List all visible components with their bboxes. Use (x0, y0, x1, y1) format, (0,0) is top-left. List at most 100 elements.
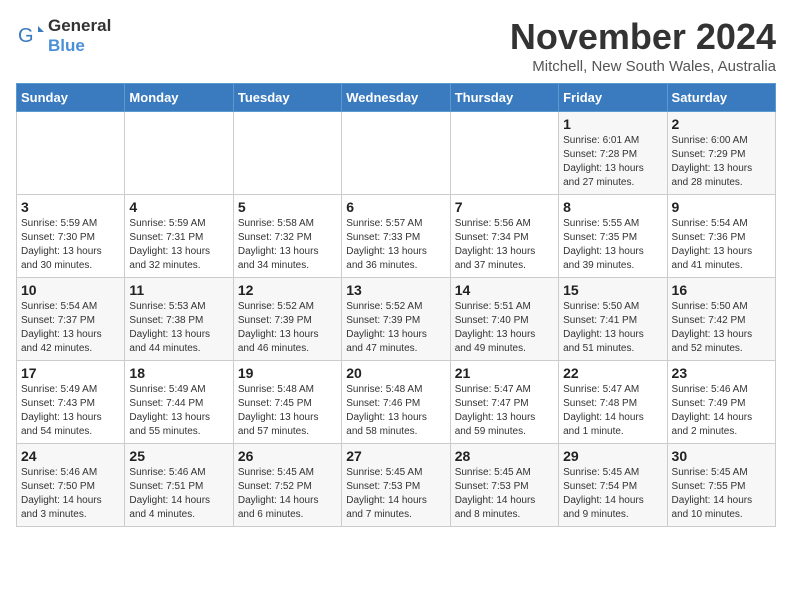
day-number: 2 (672, 116, 771, 132)
day-number: 22 (563, 365, 662, 381)
weekday-header: Friday (559, 84, 667, 112)
calendar-body: 1 Sunrise: 6:01 AM Sunset: 7:28 PM Daylig… (17, 112, 776, 527)
calendar-cell: 14 Sunrise: 5:51 AM Sunset: 7:40 PM Dayli… (450, 278, 558, 361)
day-info: Sunrise: 5:45 AM Sunset: 7:54 PM Dayligh… (563, 466, 662, 522)
calendar-row: 1 Sunrise: 6:01 AM Sunset: 7:28 PM Daylig… (17, 112, 776, 195)
header: G General Blue November 2024 Mitchell, N… (16, 16, 776, 75)
day-info: Sunrise: 5:45 AM Sunset: 7:53 PM Dayligh… (346, 466, 445, 522)
calendar-cell (342, 112, 450, 195)
day-info: Sunrise: 5:59 AM Sunset: 7:31 PM Dayligh… (129, 217, 228, 273)
calendar-cell: 22 Sunrise: 5:47 AM Sunset: 7:48 PM Dayli… (559, 361, 667, 444)
calendar-cell (233, 112, 341, 195)
day-number: 6 (346, 199, 445, 215)
day-number: 14 (455, 282, 554, 298)
logo-general: General (48, 16, 111, 35)
day-info: Sunrise: 5:52 AM Sunset: 7:39 PM Dayligh… (238, 300, 337, 356)
day-info: Sunrise: 5:46 AM Sunset: 7:50 PM Dayligh… (21, 466, 120, 522)
title-area: November 2024 Mitchell, New South Wales,… (510, 16, 776, 75)
day-number: 23 (672, 365, 771, 381)
calendar-cell: 25Sunrise: 5:46 AM Sunset: 7:51 PM Dayli… (125, 444, 233, 527)
day-number: 27 (346, 448, 445, 464)
day-info: Sunrise: 5:47 AM Sunset: 7:47 PM Dayligh… (455, 383, 554, 439)
logo: G General Blue (16, 16, 111, 56)
calendar-cell (17, 112, 125, 195)
day-info: Sunrise: 5:45 AM Sunset: 7:53 PM Dayligh… (455, 466, 554, 522)
calendar-cell: 15 Sunrise: 5:50 AM Sunset: 7:41 PM Dayli… (559, 278, 667, 361)
month-title: November 2024 (510, 16, 776, 58)
day-info: Sunrise: 5:51 AM Sunset: 7:40 PM Dayligh… (455, 300, 554, 356)
day-info: Sunrise: 5:48 AM Sunset: 7:46 PM Dayligh… (346, 383, 445, 439)
day-info: Sunrise: 5:53 AM Sunset: 7:38 PM Dayligh… (129, 300, 228, 356)
day-info: Sunrise: 5:52 AM Sunset: 7:39 PM Dayligh… (346, 300, 445, 356)
day-info: Sunrise: 5:50 AM Sunset: 7:42 PM Dayligh… (672, 300, 771, 356)
weekday-header: Wednesday (342, 84, 450, 112)
calendar-cell: 4 Sunrise: 5:59 AM Sunset: 7:31 PM Daylig… (125, 195, 233, 278)
weekday-header: Thursday (450, 84, 558, 112)
calendar-cell (450, 112, 558, 195)
weekday-header: Tuesday (233, 84, 341, 112)
day-info: Sunrise: 5:57 AM Sunset: 7:33 PM Dayligh… (346, 217, 445, 273)
day-number: 26 (238, 448, 337, 464)
calendar-cell: 29Sunrise: 5:45 AM Sunset: 7:54 PM Dayli… (559, 444, 667, 527)
weekday-header: Sunday (17, 84, 125, 112)
calendar-row: 24 Sunrise: 5:46 AM Sunset: 7:50 PM Dayli… (17, 444, 776, 527)
day-info: Sunrise: 6:00 AM Sunset: 7:29 PM Dayligh… (672, 134, 771, 190)
calendar-cell: 5 Sunrise: 5:58 AM Sunset: 7:32 PM Daylig… (233, 195, 341, 278)
day-number: 13 (346, 282, 445, 298)
logo-blue: Blue (48, 36, 85, 55)
calendar-cell: 8Sunrise: 5:55 AM Sunset: 7:35 PM Daylig… (559, 195, 667, 278)
calendar-cell: 26 Sunrise: 5:45 AM Sunset: 7:52 PM Dayli… (233, 444, 341, 527)
calendar-cell: 1 Sunrise: 6:01 AM Sunset: 7:28 PM Daylig… (559, 112, 667, 195)
day-number: 24 (21, 448, 120, 464)
calendar-cell: 9Sunrise: 5:54 AM Sunset: 7:36 PM Daylig… (667, 195, 775, 278)
day-info: Sunrise: 5:49 AM Sunset: 7:43 PM Dayligh… (21, 383, 120, 439)
calendar-cell: 2 Sunrise: 6:00 AM Sunset: 7:29 PM Daylig… (667, 112, 775, 195)
day-number: 19 (238, 365, 337, 381)
calendar-row: 17 Sunrise: 5:49 AM Sunset: 7:43 PM Dayli… (17, 361, 776, 444)
weekday-header: Monday (125, 84, 233, 112)
day-number: 17 (21, 365, 120, 381)
day-number: 28 (455, 448, 554, 464)
calendar-cell: 6 Sunrise: 5:57 AM Sunset: 7:33 PM Daylig… (342, 195, 450, 278)
location-title: Mitchell, New South Wales, Australia (510, 58, 776, 75)
day-number: 1 (563, 116, 662, 132)
day-number: 10 (21, 282, 120, 298)
calendar-cell: 18Sunrise: 5:49 AM Sunset: 7:44 PM Dayli… (125, 361, 233, 444)
calendar-cell: 13 Sunrise: 5:52 AM Sunset: 7:39 PM Dayli… (342, 278, 450, 361)
day-number: 15 (563, 282, 662, 298)
day-info: Sunrise: 5:50 AM Sunset: 7:41 PM Dayligh… (563, 300, 662, 356)
calendar-header: SundayMondayTuesdayWednesdayThursdayFrid… (17, 84, 776, 112)
weekday-header: Saturday (667, 84, 775, 112)
calendar-cell: 16 Sunrise: 5:50 AM Sunset: 7:42 PM Dayli… (667, 278, 775, 361)
calendar-cell: 11Sunrise: 5:53 AM Sunset: 7:38 PM Dayli… (125, 278, 233, 361)
day-number: 4 (129, 199, 228, 215)
day-number: 16 (672, 282, 771, 298)
day-info: Sunrise: 5:56 AM Sunset: 7:34 PM Dayligh… (455, 217, 554, 273)
calendar-cell: 7Sunrise: 5:56 AM Sunset: 7:34 PM Daylig… (450, 195, 558, 278)
calendar-cell (125, 112, 233, 195)
day-number: 18 (129, 365, 228, 381)
day-info: Sunrise: 5:48 AM Sunset: 7:45 PM Dayligh… (238, 383, 337, 439)
day-number: 12 (238, 282, 337, 298)
calendar-cell: 12 Sunrise: 5:52 AM Sunset: 7:39 PM Dayli… (233, 278, 341, 361)
day-info: Sunrise: 6:01 AM Sunset: 7:28 PM Dayligh… (563, 134, 662, 190)
day-number: 9 (672, 199, 771, 215)
day-info: Sunrise: 5:59 AM Sunset: 7:30 PM Dayligh… (21, 217, 120, 273)
calendar-cell: 17 Sunrise: 5:49 AM Sunset: 7:43 PM Dayli… (17, 361, 125, 444)
day-number: 30 (672, 448, 771, 464)
day-number: 21 (455, 365, 554, 381)
calendar-cell: 27 Sunrise: 5:45 AM Sunset: 7:53 PM Dayli… (342, 444, 450, 527)
calendar-cell: 19 Sunrise: 5:48 AM Sunset: 7:45 PM Dayli… (233, 361, 341, 444)
calendar-cell: 10Sunrise: 5:54 AM Sunset: 7:37 PM Dayli… (17, 278, 125, 361)
day-info: Sunrise: 5:45 AM Sunset: 7:55 PM Dayligh… (672, 466, 771, 522)
calendar-cell: 30 Sunrise: 5:45 AM Sunset: 7:55 PM Dayli… (667, 444, 775, 527)
day-number: 20 (346, 365, 445, 381)
calendar-cell: 28 Sunrise: 5:45 AM Sunset: 7:53 PM Dayli… (450, 444, 558, 527)
day-number: 5 (238, 199, 337, 215)
logo-icon: G (16, 22, 44, 50)
calendar-row: 3Sunrise: 5:59 AM Sunset: 7:30 PM Daylig… (17, 195, 776, 278)
day-info: Sunrise: 5:47 AM Sunset: 7:48 PM Dayligh… (563, 383, 662, 439)
day-info: Sunrise: 5:58 AM Sunset: 7:32 PM Dayligh… (238, 217, 337, 273)
day-info: Sunrise: 5:45 AM Sunset: 7:52 PM Dayligh… (238, 466, 337, 522)
calendar-table: SundayMondayTuesdayWednesdayThursdayFrid… (16, 83, 776, 527)
